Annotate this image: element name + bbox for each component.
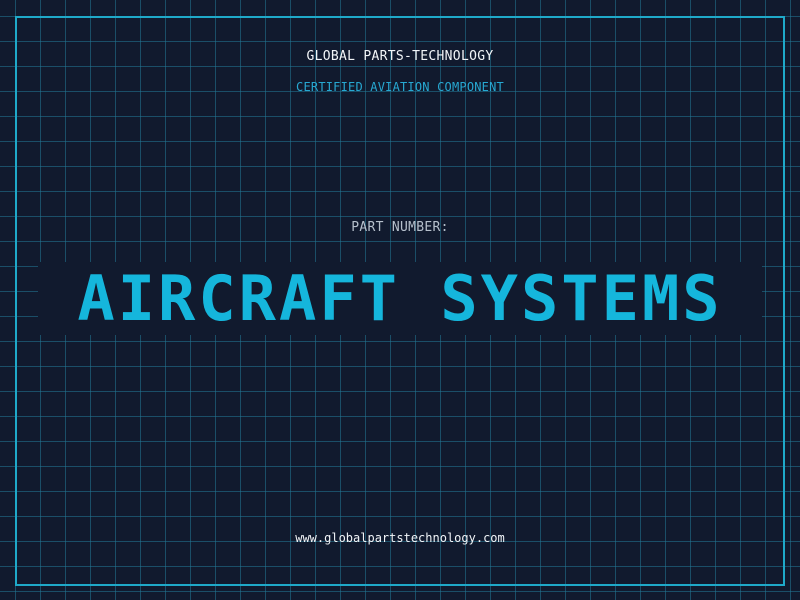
part-title: AIRCRAFT SYSTEMS [77, 262, 723, 335]
company-name: GLOBAL PARTS-TECHNOLOGY [306, 49, 494, 64]
website-url: www.globalpartstechnology.com [295, 531, 505, 545]
certification-subtitle: CERTIFIED AVIATION COMPONENT [296, 80, 504, 94]
certificate-card: GLOBAL PARTS-TECHNOLOGY CERTIFIED AVIATI… [0, 0, 800, 600]
part-number-label: PART NUMBER: [351, 220, 449, 235]
